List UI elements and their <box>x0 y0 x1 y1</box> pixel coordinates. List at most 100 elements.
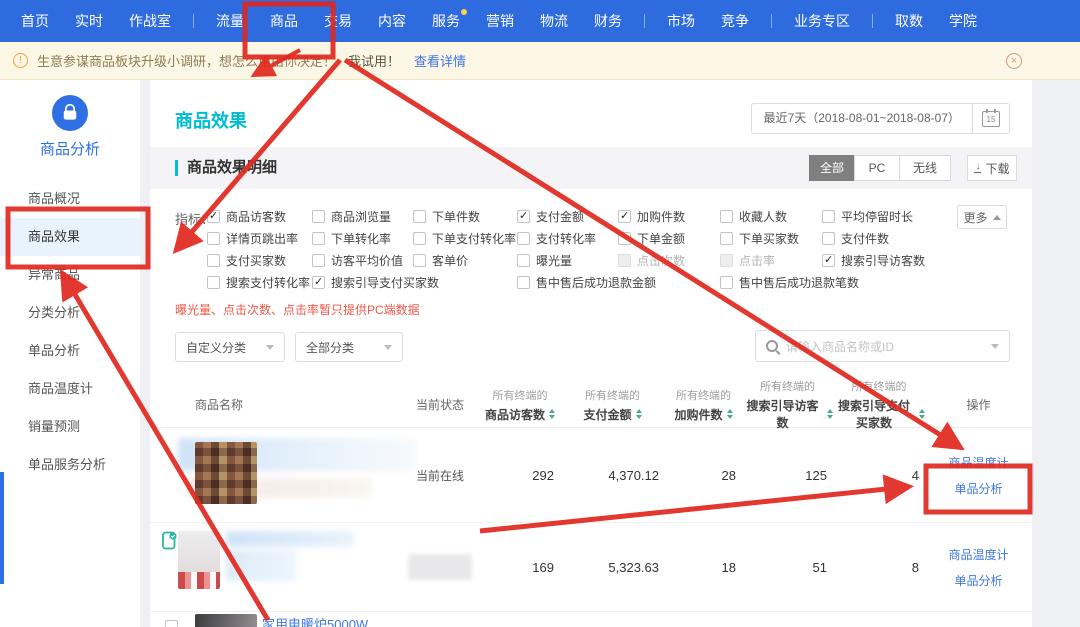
metric-checkbox-item[interactable]: 下单件数 <box>413 208 517 225</box>
nav-item[interactable]: 内容 <box>365 0 419 42</box>
nav-item[interactable]: 作战室 <box>116 0 184 42</box>
custom-category-dropdown[interactable]: 自定义分类 <box>175 332 285 362</box>
nav-item[interactable]: 物流 <box>527 0 581 42</box>
sidebar-item[interactable]: 单品分析 <box>0 332 140 370</box>
metric-checkbox-item[interactable]: 搜索引导支付买家数 <box>312 274 517 291</box>
checkbox-icon[interactable] <box>517 254 530 267</box>
checkbox-checked-icon[interactable] <box>618 210 631 223</box>
notice-try-link[interactable]: 我试用！ <box>348 51 400 70</box>
date-range-picker[interactable]: 最近7天（2018-08-01~2018-08-07） 15 <box>751 103 1010 134</box>
metric-checkbox-item[interactable]: 点击次数 <box>618 252 720 269</box>
nav-item[interactable]: 取数 <box>882 0 936 42</box>
metric-checkbox-item[interactable]: 收藏人数 <box>720 208 822 225</box>
checkbox-icon[interactable] <box>312 232 325 245</box>
sidebar-item[interactable]: 分类分析 <box>0 294 140 332</box>
tab-terminal[interactable]: PC <box>854 155 900 181</box>
nav-item[interactable]: 流量 <box>203 0 257 42</box>
checkbox-icon[interactable] <box>720 232 733 245</box>
metric-checkbox-item[interactable]: 加购件数 <box>618 208 720 225</box>
sidebar-item[interactable]: 销量预测 <box>0 408 140 446</box>
checkbox-icon[interactable] <box>517 232 530 245</box>
metric-checkbox-item[interactable]: 商品浏览量 <box>312 208 413 225</box>
checkbox-icon[interactable] <box>618 254 631 267</box>
action-link[interactable]: 商品温度计 <box>948 546 1008 563</box>
nav-item[interactable]: 业务专区 <box>781 0 863 42</box>
nav-item[interactable]: 竞争 <box>708 0 762 42</box>
checkbox-icon[interactable] <box>207 232 220 245</box>
metric-checkbox-item[interactable]: 支付金额 <box>517 208 618 225</box>
metric-checkbox-item[interactable]: 支付件数 <box>822 230 972 247</box>
metric-checkbox-item[interactable]: 售中售后成功退款金额 <box>517 274 720 291</box>
download-button[interactable]: ↓ 下载 <box>967 155 1017 181</box>
sort-icon[interactable] <box>727 409 733 419</box>
nav-item[interactable]: 交易 <box>311 0 365 42</box>
checkbox-icon[interactable] <box>822 232 835 245</box>
checkbox-icon[interactable] <box>413 254 426 267</box>
checkbox-icon[interactable] <box>312 210 325 223</box>
checkbox-icon[interactable] <box>720 210 733 223</box>
metric-checkbox-item[interactable]: 平均停留时长 <box>822 208 972 225</box>
calendar-button[interactable]: 15 <box>972 104 1009 133</box>
metric-checkbox-item[interactable]: 搜索引导访客数 <box>822 252 972 269</box>
nav-item[interactable]: 实时 <box>62 0 116 42</box>
checkbox-icon[interactable] <box>517 276 530 289</box>
nav-item[interactable]: 学院 <box>936 0 990 42</box>
metric-checkbox-item[interactable]: 支付买家数 <box>207 252 312 269</box>
sidebar-item[interactable]: 异常商品 <box>0 256 140 294</box>
checkbox-checked-icon[interactable] <box>312 276 325 289</box>
column-header-payment[interactable]: 所有终端的支付金额 <box>560 387 665 423</box>
column-header-cart[interactable]: 所有终端的加购件数 <box>665 387 742 423</box>
checkbox-checked-icon[interactable] <box>822 254 835 267</box>
sidebar-item[interactable]: 单品服务分析 <box>0 446 140 484</box>
checkbox-icon[interactable] <box>413 210 426 223</box>
product-search-input[interactable]: 请输入商品名称或ID <box>755 330 1010 362</box>
metric-checkbox-item[interactable]: 详情页跳出率 <box>207 230 312 247</box>
product-title-link[interactable]: 家用电暖炉5000W <box>262 614 368 627</box>
checkbox-checked-icon[interactable] <box>517 210 530 223</box>
metric-checkbox-item[interactable]: 访客平均价值 <box>312 252 413 269</box>
notice-detail-link[interactable]: 查看详情 <box>414 51 466 70</box>
action-link[interactable]: 单品分析 <box>954 572 1002 589</box>
close-icon[interactable]: × <box>1006 53 1022 69</box>
more-button[interactable]: 更多 <box>957 205 1007 229</box>
nav-item[interactable]: 服务 <box>419 0 473 42</box>
metric-checkbox-item[interactable]: 下单金额 <box>618 230 720 247</box>
checkbox-icon[interactable] <box>413 232 426 245</box>
nav-item[interactable]: 营销 <box>473 0 527 42</box>
sidebar-item[interactable]: 商品效果 <box>0 218 140 256</box>
nav-item[interactable]: 商品 <box>257 0 311 42</box>
checkbox-icon[interactable] <box>312 254 325 267</box>
metric-checkbox-item[interactable]: 搜索支付转化率 <box>207 274 312 291</box>
checkbox-checked-icon[interactable] <box>207 210 220 223</box>
metric-checkbox-item[interactable]: 客单价 <box>413 252 517 269</box>
sidebar-item[interactable]: 商品概况 <box>0 180 140 218</box>
checkbox-icon[interactable] <box>720 254 733 267</box>
metric-checkbox-item[interactable]: 曝光量 <box>517 252 618 269</box>
nav-item[interactable]: 首页 <box>8 0 62 42</box>
metric-checkbox-item[interactable]: 下单支付转化率 <box>413 230 517 247</box>
sort-icon[interactable] <box>549 409 555 419</box>
row-checkbox[interactable] <box>165 620 178 627</box>
column-header-visitors[interactable]: 所有终端的商品访客数 <box>480 387 560 423</box>
metric-checkbox-item[interactable]: 商品访客数 <box>207 208 312 225</box>
metric-checkbox-item[interactable]: 下单买家数 <box>720 230 822 247</box>
nav-item[interactable]: 财务 <box>581 0 635 42</box>
checkbox-icon[interactable] <box>207 276 220 289</box>
sort-icon[interactable] <box>636 409 642 419</box>
checkbox-icon[interactable] <box>207 254 220 267</box>
metric-checkbox-item[interactable]: 支付转化率 <box>517 230 618 247</box>
edge-widget[interactable] <box>0 472 4 584</box>
nav-item[interactable]: 市场 <box>654 0 708 42</box>
action-link[interactable]: 商品温度计 <box>948 454 1008 471</box>
metric-checkbox-item[interactable]: 下单转化率 <box>312 230 413 247</box>
metric-checkbox-item[interactable]: 点击率 <box>720 252 822 269</box>
sidebar-item[interactable]: 商品温度计 <box>0 370 140 408</box>
checkbox-icon[interactable] <box>822 210 835 223</box>
column-header-search_visitors[interactable]: 所有终端的搜索引导访客数 <box>742 378 833 431</box>
tab-terminal[interactable]: 无线 <box>899 155 951 181</box>
all-category-dropdown[interactable]: 全部分类 <box>295 332 403 362</box>
checkbox-icon[interactable] <box>720 276 733 289</box>
column-header-search_buyers[interactable]: 所有终端的搜索引导支付买家数 <box>833 378 925 431</box>
tab-terminal[interactable]: 全部 <box>809 155 855 181</box>
action-link[interactable]: 单品分析 <box>954 480 1002 497</box>
